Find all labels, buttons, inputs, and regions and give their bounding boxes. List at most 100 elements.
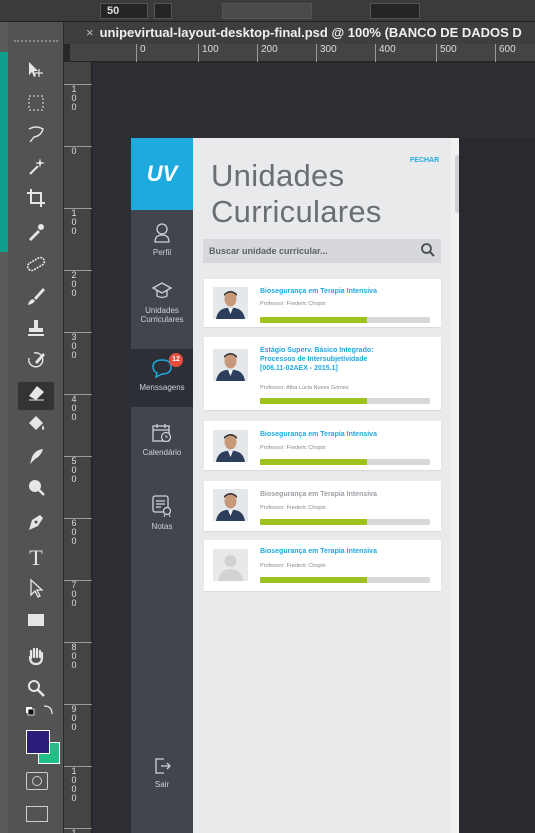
course-card[interactable]: Biosegurança em Terapia Intensiva Profes…: [204, 279, 441, 327]
course-title[interactable]: Estágio Superv. Básico Integrado: Proces…: [260, 346, 435, 373]
move-icon[interactable]: [18, 60, 54, 88]
vertical-ruler: 100010020030040050060070080090010001: [64, 62, 92, 833]
background-overlay: [459, 138, 535, 833]
marquee-icon[interactable]: [18, 92, 54, 120]
screen-mode-icon[interactable]: [26, 806, 48, 822]
page-title: Unidades Curriculares: [211, 158, 382, 229]
ruler-tick: 1000: [64, 766, 92, 803]
ruler-tick: 700: [64, 580, 92, 608]
professor-avatar: [213, 349, 248, 381]
foreground-color-swatch[interactable]: [26, 730, 50, 754]
nav-label: Calendário: [142, 448, 182, 457]
magic-wand-icon[interactable]: [18, 156, 54, 184]
graduation-cap-icon: [151, 282, 173, 299]
ruler-tick: 0: [136, 44, 146, 62]
document-tab[interactable]: × unipevirtual-layout-desktop-final.psd @…: [64, 22, 535, 44]
stamp-icon[interactable]: [18, 318, 54, 346]
document-title: unipevirtual-layout-desktop-final.psd @ …: [99, 25, 522, 40]
ruler-tick: 200: [257, 44, 278, 62]
professor-name: Professor: Frederic Chopin: [260, 505, 326, 511]
progress-bar: [260, 519, 430, 525]
course-card[interactable]: Biosegurança em Terapia Intensiva Profes…: [204, 421, 441, 470]
option-dropdown[interactable]: [222, 3, 312, 19]
calendar-icon: [152, 424, 172, 443]
ruler-tick: 400: [64, 394, 92, 422]
course-title[interactable]: Biosegurança em Terapia Intensiva: [260, 547, 435, 556]
ruler-tick: 900: [64, 704, 92, 732]
nav-label: Menssagens: [139, 383, 185, 392]
course-title[interactable]: Biosegurança em Terapia Intensiva: [260, 287, 435, 296]
healing-brush-icon[interactable]: [18, 254, 54, 282]
nav-label: Unidades: [145, 306, 179, 315]
avatar-placeholder: [213, 549, 248, 581]
progress-bar: [260, 317, 430, 323]
swap-colors-icon[interactable]: [26, 704, 56, 718]
type-icon[interactable]: T: [18, 544, 54, 572]
professor-name: Professor: Frederic Chopin: [260, 445, 326, 451]
nav-item-sair[interactable]: Sair: [131, 756, 193, 796]
ruler-tick: 500: [64, 456, 92, 484]
history-brush-icon[interactable]: [18, 350, 54, 378]
course-card[interactable]: Estágio Superv. Básico Integrado: Proces…: [204, 337, 441, 410]
course-card[interactable]: Biosegurança em Terapia Intensiva Profes…: [204, 481, 441, 531]
ruler-tick: 100: [198, 44, 219, 62]
eraser-icon[interactable]: [18, 382, 54, 410]
ruler-tick: 800: [64, 642, 92, 670]
course-card[interactable]: Biosegurança em Terapia Intensiva Profes…: [204, 540, 441, 591]
dodge-icon[interactable]: [18, 478, 54, 506]
close-tab-icon[interactable]: ×: [86, 25, 94, 40]
nav-label: Perfil: [152, 248, 172, 257]
crop-icon[interactable]: [18, 188, 54, 216]
progress-bar: [260, 398, 430, 404]
pen-icon[interactable]: [18, 512, 54, 540]
progress-bar: [260, 577, 430, 583]
nav-item-menssagens[interactable]: 12 Menssagens: [131, 349, 193, 407]
ruler-tick: 100: [64, 208, 92, 236]
ruler-tick: 300: [316, 44, 337, 62]
ruler-tick: 200: [64, 270, 92, 298]
option-field[interactable]: [370, 3, 420, 19]
ruler-tick: 1: [64, 828, 92, 833]
panel-grip[interactable]: [14, 40, 58, 46]
nav-label: Curriculares: [140, 315, 184, 324]
professor-name: Professor: Frederic Chopin: [260, 301, 326, 307]
nav-item-notas[interactable]: Notas: [131, 494, 193, 544]
option-toggle[interactable]: [154, 3, 172, 19]
ruler-tick: 0: [64, 146, 92, 156]
professor-name: Professor: Alba Lúcia Nunes Gomes: [260, 385, 349, 391]
left-panel-edge: [0, 22, 8, 833]
app-logo[interactable]: UV: [131, 138, 193, 210]
horizontal-ruler: 0 100 200 300 400 500 600: [70, 44, 535, 62]
ruler-tick: 600: [495, 44, 516, 62]
professor-avatar: [213, 489, 248, 521]
nav-item-unidades[interactable]: Unidades Curriculares: [131, 280, 193, 336]
ruler-tick: 600: [64, 518, 92, 546]
progress-bar: [260, 459, 430, 465]
brush-icon[interactable]: [18, 286, 54, 314]
nav-item-perfil[interactable]: Perfil: [131, 222, 193, 266]
eyedropper-icon[interactable]: [18, 222, 54, 250]
lasso-icon[interactable]: [18, 124, 54, 152]
quick-mask-icon[interactable]: [26, 772, 48, 790]
paint-bucket-icon[interactable]: [18, 414, 54, 442]
path-select-icon[interactable]: [18, 578, 54, 606]
zoom-field[interactable]: 50: [100, 3, 148, 19]
hand-icon[interactable]: [18, 646, 54, 674]
zoom-icon[interactable]: [18, 678, 54, 706]
professor-avatar: [213, 430, 248, 462]
ruler-tick: 500: [436, 44, 457, 62]
ruler-tick: 300: [64, 332, 92, 360]
close-link[interactable]: FECHAR: [410, 157, 439, 164]
professor-avatar: [213, 287, 248, 319]
search-input[interactable]: [203, 239, 441, 263]
search-icon[interactable]: [420, 242, 436, 258]
blur-icon[interactable]: [18, 446, 54, 474]
course-title[interactable]: Biosegurança em Terapia Intensiva: [260, 490, 435, 499]
ruler-tick: 400: [375, 44, 396, 62]
message-count-badge: 12: [169, 353, 183, 367]
course-title[interactable]: Biosegurança em Terapia Intensiva: [260, 430, 435, 439]
user-icon: [154, 223, 170, 243]
professor-name: Professor: Frederic Chopin: [260, 563, 326, 569]
rectangle-icon[interactable]: [18, 610, 54, 638]
nav-item-calendario[interactable]: Calendário: [131, 422, 193, 472]
